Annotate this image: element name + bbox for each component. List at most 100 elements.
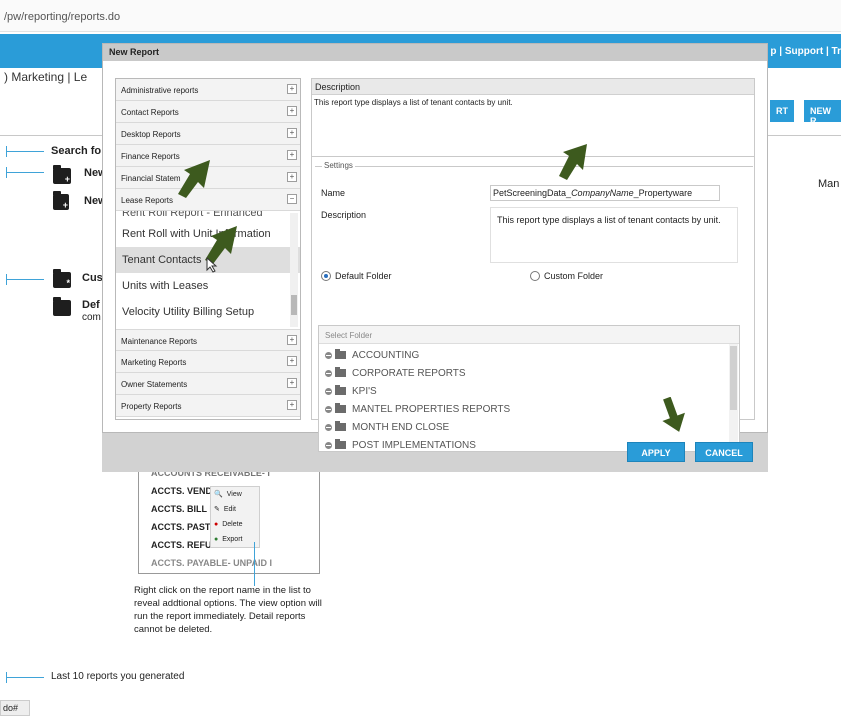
expand-icon[interactable]: + — [287, 106, 297, 116]
category-label: Financial Statem — [121, 174, 181, 183]
category-label: Contact Reports — [121, 108, 179, 117]
default-folder-icon[interactable] — [53, 297, 71, 316]
cancel-button[interactable]: CANCEL — [695, 442, 753, 462]
hint-text: Right click on the report name in the li… — [134, 585, 322, 635]
expand-icon[interactable]: + — [287, 356, 297, 366]
toolbar-button-new[interactable]: NEW R — [804, 100, 841, 126]
annotation-arrow — [254, 542, 255, 586]
delete-icon: ● — [214, 521, 219, 528]
top-links[interactable]: p | Support | Tr — [770, 46, 841, 57]
pointer-arrow-icon — [178, 160, 210, 198]
context-label: Delete — [222, 521, 243, 528]
category-marketing[interactable]: Marketing Reports + — [116, 351, 300, 373]
custom-folder-radio[interactable]: Custom Folder — [530, 271, 603, 281]
snippet-row[interactable]: ACCTS. PAYABLE- UNPAID I — [151, 554, 319, 572]
toolbar-button-rt[interactable]: RT — [770, 100, 794, 122]
category-label: Maintenance Reports — [121, 337, 198, 346]
modal-title: New Report — [103, 44, 767, 61]
expand-icon[interactable]: + — [287, 335, 297, 345]
collapse-icon[interactable] — [325, 387, 332, 395]
expand-icon[interactable]: + — [287, 128, 297, 138]
right-edge-text: Man — [818, 178, 840, 190]
expand-icon[interactable]: + — [287, 84, 297, 94]
pointer-arrow-icon — [559, 144, 587, 180]
folder-icon — [335, 385, 346, 395]
mouse-cursor-icon — [206, 257, 218, 273]
folder-label: CORPORATE REPORTS — [352, 367, 466, 379]
collapse-icon[interactable] — [325, 441, 332, 449]
category-desktop[interactable]: Desktop Reports + — [116, 123, 300, 145]
category-maintenance[interactable]: Maintenance Reports + — [116, 329, 300, 351]
radio-unselected-icon — [530, 271, 540, 281]
custom-folder-icon[interactable]: * — [53, 269, 71, 288]
pointer-arrow-icon — [662, 397, 685, 432]
status-bar: do# — [0, 700, 30, 716]
name-input[interactable]: PetScreeningData_CompanyName_Propertywar… — [490, 185, 720, 201]
edit-icon: ✎ — [214, 506, 220, 513]
collapse-icon[interactable] — [325, 405, 332, 413]
folder-icon — [335, 439, 346, 449]
name-italic: CompanyName — [571, 188, 634, 198]
category-label: Desktop Reports — [121, 130, 181, 139]
category-label: Property Reports — [121, 402, 182, 411]
apply-button[interactable]: APPLY — [627, 442, 685, 462]
expand-icon[interactable]: + — [287, 150, 297, 160]
sub-item-velocity-utility[interactable]: Velocity Utility Billing Setup — [116, 299, 300, 325]
folder-label: MONTH END CLOSE — [352, 421, 450, 433]
folder-label: KPI'S — [352, 385, 377, 397]
folder-icon — [335, 403, 346, 413]
category-owner-statements[interactable]: Owner Statements + — [116, 373, 300, 395]
new-report-icon[interactable]: + — [53, 191, 69, 210]
default-folder-radio[interactable]: Default Folder — [321, 271, 392, 281]
last10-label: Last 10 reports you generated — [51, 671, 185, 682]
new-folder-icon[interactable]: + — [53, 165, 71, 184]
url-bar[interactable]: /pw/reporting/reports.do — [0, 0, 841, 32]
folder-accounting[interactable]: ACCOUNTING — [319, 344, 739, 362]
default-label[interactable]: Def — [82, 299, 100, 311]
context-label: Export — [222, 536, 243, 543]
search-label: Search fo — [51, 145, 102, 157]
expand-icon[interactable]: + — [287, 172, 297, 182]
folder-icon — [335, 421, 346, 431]
sublist-scrollbar[interactable] — [290, 213, 298, 327]
category-administrative[interactable]: Administrative reports + — [116, 79, 300, 101]
description-box: This report type displays a list of tena… — [312, 95, 754, 157]
annotation-arrow — [6, 167, 44, 178]
folder-icon — [335, 349, 346, 359]
nav-row[interactable]: ) Marketing | Le — [0, 70, 87, 84]
default-label-sub: com — [82, 312, 101, 323]
folder-kpis[interactable]: KPI'S — [319, 380, 739, 398]
folder-label: ACCOUNTING — [352, 349, 420, 361]
category-label: Lease Reports — [121, 196, 174, 205]
name-prefix: PetScreeningData_ — [493, 188, 572, 198]
context-edit[interactable]: ✎ Edit — [211, 502, 259, 517]
context-menu: 🔍 View ✎ Edit ● Delete ● Export — [210, 486, 260, 548]
collapse-icon[interactable] — [325, 423, 332, 431]
category-label: Administrative reports — [121, 86, 199, 95]
name-suffix: _Propertyware — [633, 188, 693, 198]
folder-icon — [335, 367, 346, 377]
context-export[interactable]: ● Export — [211, 532, 259, 547]
radio-label: Custom Folder — [544, 271, 604, 281]
category-contact[interactable]: Contact Reports + — [116, 101, 300, 123]
url-text: /pw/reporting/reports.do — [4, 11, 121, 23]
folder-corporate[interactable]: CORPORATE REPORTS — [319, 362, 739, 380]
context-delete[interactable]: ● Delete — [211, 517, 259, 532]
name-label: Name — [321, 188, 346, 198]
category-property[interactable]: Property Reports + — [116, 395, 300, 417]
context-view[interactable]: 🔍 View — [211, 487, 259, 502]
sub-item-rent-roll-enhanced[interactable]: Rent Roll Report - Enhanced — [116, 211, 300, 221]
expand-icon[interactable]: + — [287, 400, 297, 410]
description-input[interactable]: This report type displays a list of tena… — [490, 207, 738, 263]
expand-icon[interactable]: + — [287, 378, 297, 388]
context-label: Edit — [223, 506, 236, 513]
sub-item-units-with-leases[interactable]: Units with Leases — [116, 273, 300, 299]
folder-tree-scrollbar[interactable] — [729, 344, 738, 451]
collapse-icon[interactable] — [325, 369, 332, 377]
category-label: Marketing Reports — [121, 358, 187, 367]
custom-label[interactable]: Cus — [82, 272, 103, 284]
collapse-icon[interactable] — [325, 351, 332, 359]
collapse-icon[interactable]: − — [287, 194, 297, 204]
folder-label: POST IMPLEMENTATIONS — [352, 439, 476, 451]
export-icon: ● — [214, 536, 219, 543]
